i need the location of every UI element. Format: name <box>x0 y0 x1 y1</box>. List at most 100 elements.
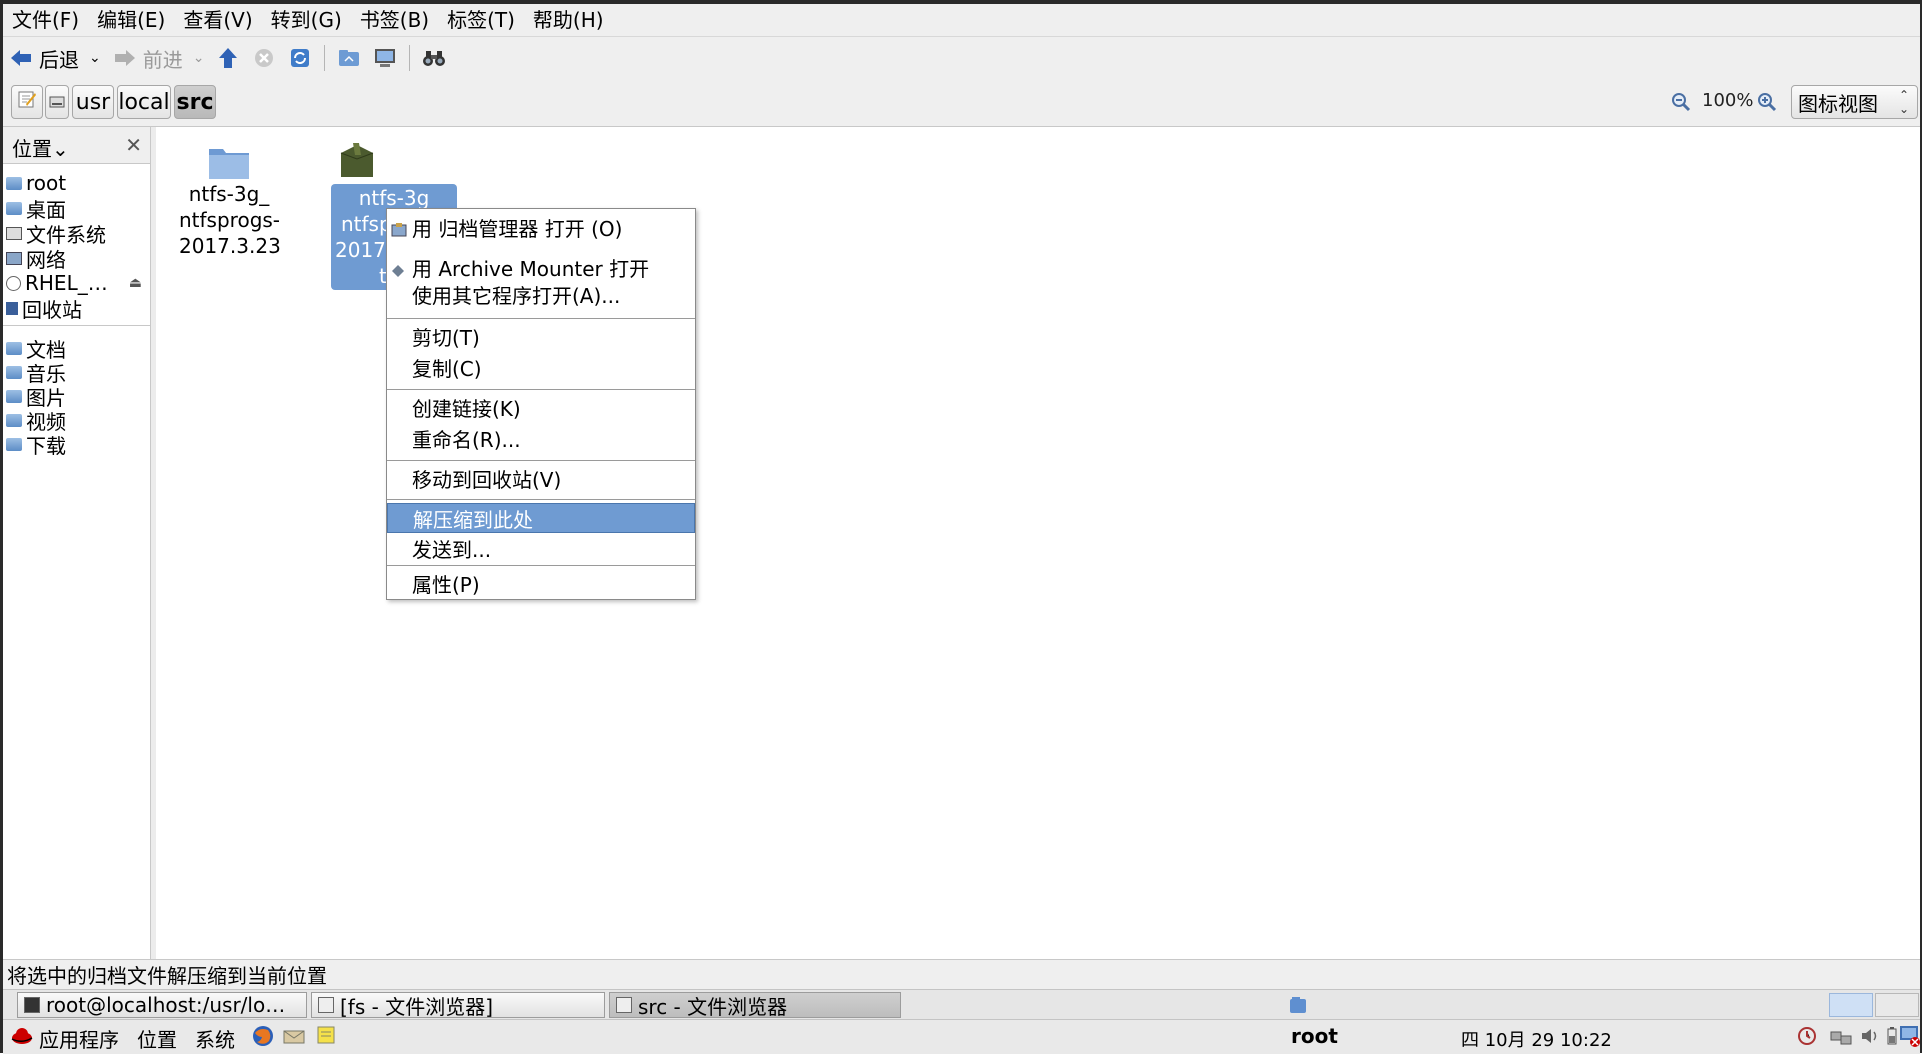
path-segment-usr[interactable]: usr <box>72 85 114 119</box>
workspace-icon[interactable] <box>1288 995 1308 1019</box>
places-sidebar: 位置⌄ ✕ root 桌面 文件系统 网络 RHEL_… ⏏ 回收站 文档 音乐… <box>3 127 151 959</box>
reload-button[interactable] <box>282 39 318 77</box>
forward-history-chevron-icon[interactable]: ⌄ <box>193 50 205 66</box>
file-item-folder[interactable]: ntfs-3g_ ntfsprogs- 2017.3.23 <box>179 137 281 259</box>
file-browser-icon <box>616 997 632 1013</box>
path-root-button[interactable] <box>45 85 69 119</box>
applications-menu[interactable]: 应用程序 <box>39 1024 119 1053</box>
zoom-out-icon[interactable] <box>1671 92 1691 116</box>
file-name-line: ntfs-3g <box>358 186 430 210</box>
folder-icon <box>6 389 22 403</box>
eject-icon[interactable]: ⏏ <box>129 275 142 291</box>
menu-item-rename[interactable]: 重命名(R)... <box>387 423 695 453</box>
sidebar-item-label: 回收站 <box>22 297 82 322</box>
sidebar-header: 位置⌄ ✕ <box>3 127 150 164</box>
menu-help[interactable]: 帮助(H) <box>524 4 613 36</box>
taskbar-button-terminal[interactable]: root@localhost:/usr/lo… <box>17 992 307 1018</box>
toggle-location-entry-button[interactable] <box>11 85 43 119</box>
binoculars-icon <box>422 46 446 70</box>
battery-icon[interactable] <box>1886 1026 1898 1051</box>
update-notifier-icon[interactable] <box>1899 1024 1921 1053</box>
menu-item-label: 用 归档管理器 打开 (O) <box>412 216 623 241</box>
folder-icon <box>179 137 279 181</box>
toolbar-separator <box>409 45 411 71</box>
back-label: 后退 <box>39 47 79 72</box>
view-mode-select[interactable]: 图标视图 ⌃ ⌄ <box>1791 85 1918 119</box>
network-status-icon[interactable] <box>1830 1027 1852 1051</box>
taskbar-button-src-browser[interactable]: src - 文件浏览器 <box>609 992 901 1018</box>
computer-icon <box>373 46 397 70</box>
menu-item-label: 使用其它程序打开(A)... <box>412 283 621 308</box>
system-menu[interactable]: 系统 <box>195 1024 235 1053</box>
clock[interactable]: 四 10月 29 10:22 <box>1461 1026 1612 1052</box>
menu-item-properties[interactable]: 属性(P) <box>387 568 695 598</box>
menu-separator <box>387 565 695 566</box>
sidebar-item-downloads[interactable]: 下载 <box>3 430 150 458</box>
file-browser-icon <box>318 997 334 1013</box>
menu-item-move-to-trash[interactable]: 移动到回收站(V) <box>387 463 695 493</box>
menu-item-make-link[interactable]: 创建链接(K) <box>387 392 695 422</box>
workspace-2[interactable] <box>1875 993 1919 1017</box>
view-mode-value: 图标视图 <box>1798 91 1878 116</box>
menu-item-label: 创建链接(K) <box>412 396 521 421</box>
sidebar-item-trash[interactable]: 回收站 <box>3 294 150 322</box>
search-button[interactable] <box>416 39 452 77</box>
context-menu: 用 归档管理器 打开 (O) 用 Archive Mounter 打开 使用其它… <box>386 208 696 600</box>
sidebar-resize-handle[interactable] <box>151 127 156 959</box>
computer-button[interactable] <box>367 39 403 77</box>
forward-label: 前进 <box>142 47 183 72</box>
menu-item-label: 复制(C) <box>412 356 482 381</box>
menu-file[interactable]: 文件(F) <box>3 4 88 36</box>
volume-icon[interactable] <box>1860 1026 1880 1051</box>
arrow-right-icon <box>113 46 137 70</box>
back-button[interactable]: 后退 ⌄ <box>3 39 107 77</box>
sidebar-divider <box>3 325 150 326</box>
status-text: 将选中的归档文件解压缩到当前位置 <box>7 964 327 988</box>
menu-item-open-with-archive-manager[interactable]: 用 归档管理器 打开 (O) <box>387 212 695 242</box>
archive-icon[interactable] <box>337 137 377 181</box>
stop-button[interactable] <box>246 39 282 77</box>
clock-applet-icon[interactable] <box>1797 1026 1817 1051</box>
notes-icon[interactable] <box>316 1025 336 1050</box>
menu-edit[interactable]: 编辑(E) <box>88 4 174 36</box>
stop-icon <box>252 46 276 70</box>
menu-item-label: 用 Archive Mounter 打开 <box>412 256 650 281</box>
menu-go[interactable]: 转到(G) <box>262 4 351 36</box>
location-bar: usr local src 100% 图标视图 ⌃ ⌄ <box>3 78 1920 127</box>
path-segment-src[interactable]: src <box>174 85 216 119</box>
firefox-icon[interactable] <box>252 1025 274 1052</box>
zoom-in-icon[interactable] <box>1757 92 1777 116</box>
home-button[interactable] <box>331 39 367 77</box>
back-history-chevron-icon[interactable]: ⌄ <box>89 50 101 66</box>
sidebar-type-select[interactable]: 位置⌄ <box>12 133 69 162</box>
menu-bookmarks[interactable]: 书签(B) <box>351 4 438 36</box>
menu-item-cut[interactable]: 剪切(T) <box>387 321 695 351</box>
forward-button[interactable]: 前进 ⌄ <box>107 39 211 77</box>
email-icon[interactable] <box>283 1026 305 1050</box>
network-icon <box>6 251 22 265</box>
menu-item-extract-here[interactable]: 解压缩到此处 <box>387 503 695 533</box>
reload-icon <box>288 46 312 70</box>
menu-item-label: 解压缩到此处 <box>413 507 533 532</box>
close-icon[interactable]: ✕ <box>125 133 142 157</box>
menu-item-copy[interactable]: 复制(C) <box>387 352 695 382</box>
places-menu[interactable]: 位置 <box>137 1024 177 1053</box>
menu-item-open-with-other[interactable]: 使用其它程序打开(A)... <box>387 279 695 309</box>
menu-item-open-with-archive-mounter[interactable]: 用 Archive Mounter 打开 <box>387 252 695 282</box>
taskbar: root@localhost:/usr/lo… [fs - 文件浏览器] src… <box>3 989 1920 1020</box>
arrow-up-icon <box>216 46 240 70</box>
menu-separator <box>387 499 695 500</box>
file-name-line: ntfsprogs- <box>179 208 281 232</box>
menu-item-send-to[interactable]: 发送到... <box>387 533 695 563</box>
menu-item-label: 剪切(T) <box>412 325 480 350</box>
toolbar-separator <box>324 45 326 71</box>
menu-tabs[interactable]: 标签(T) <box>438 4 524 36</box>
up-button[interactable] <box>210 39 246 77</box>
diamond-icon <box>391 259 407 277</box>
workspace-1[interactable] <box>1829 993 1873 1017</box>
path-segment-local[interactable]: local <box>117 85 171 119</box>
redhat-logo-icon <box>11 1026 33 1051</box>
taskbar-button-fs-browser[interactable]: [fs - 文件浏览器] <box>311 992 605 1018</box>
menu-view[interactable]: 查看(V) <box>174 4 261 36</box>
sidebar-item-network[interactable]: 网络 <box>3 244 150 272</box>
